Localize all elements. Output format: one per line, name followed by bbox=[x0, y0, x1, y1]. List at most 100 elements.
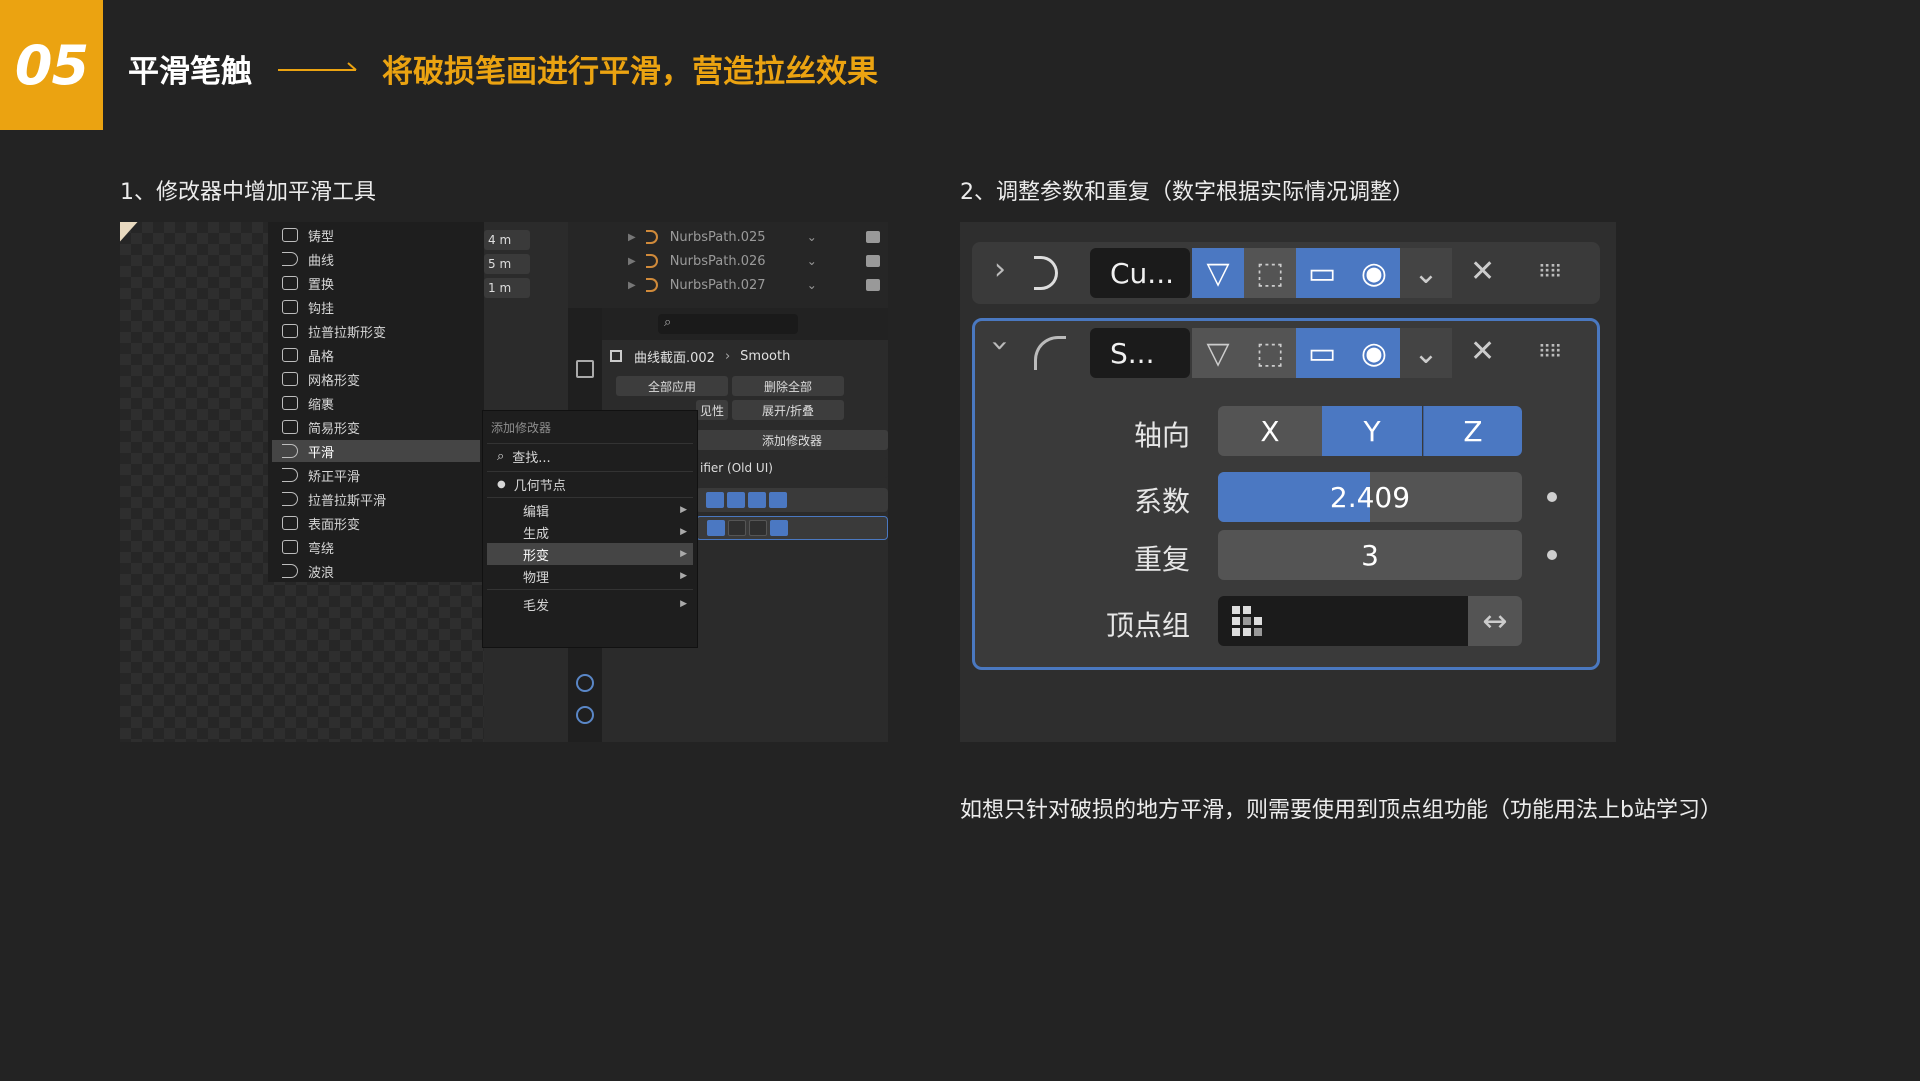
axis-y-toggle[interactable]: Y bbox=[1322, 406, 1422, 456]
close-icon[interactable]: ✕ bbox=[1470, 334, 1495, 369]
unit-field[interactable]: 5 m bbox=[484, 254, 530, 274]
expand-triangle-icon[interactable]: ▶ bbox=[628, 232, 636, 243]
edit-mode-icon: ▽ bbox=[1206, 255, 1230, 291]
deform-item-simple-deform[interactable]: 简易形变 bbox=[272, 416, 480, 438]
unit-field[interactable]: 4 m bbox=[484, 230, 530, 250]
cage-toggle[interactable]: ⬚ bbox=[1244, 328, 1296, 378]
modifier-name-field[interactable]: S... bbox=[1090, 328, 1190, 378]
menu-title: 添加修改器 bbox=[491, 421, 552, 435]
deform-item-corrective-smooth[interactable]: 矫正平滑 bbox=[272, 464, 480, 486]
modifier-header[interactable] bbox=[696, 488, 888, 512]
camera-icon[interactable] bbox=[865, 231, 880, 243]
deform-item-shrinkwrap[interactable]: 缩裹 bbox=[272, 392, 480, 414]
cage-icon: ⬚ bbox=[1255, 255, 1285, 291]
expand-collapse-button[interactable]: 展开/折叠 bbox=[732, 400, 844, 420]
deform-item-warp[interactable]: 弯绕 bbox=[272, 536, 480, 558]
menu-category-physics[interactable]: 物理 ▶ bbox=[487, 565, 693, 587]
deform-item-hook[interactable]: 钩挂 bbox=[272, 296, 480, 318]
deform-item-smooth[interactable]: 平滑 bbox=[272, 440, 480, 462]
viewport-toggle[interactable]: ▭ bbox=[1296, 248, 1348, 298]
render-camera-icon[interactable] bbox=[769, 492, 787, 508]
chevron-down-icon[interactable]: ⌄ bbox=[807, 278, 817, 292]
deform-item-curve[interactable]: 曲线 bbox=[272, 248, 480, 270]
modifier-dropdown[interactable]: ⌄ bbox=[1400, 328, 1452, 378]
tool-settings-icon[interactable] bbox=[576, 360, 594, 378]
menu-category-hair[interactable]: 毛发 ▶ bbox=[487, 593, 693, 615]
factor-slider[interactable]: 2.409 bbox=[1218, 472, 1522, 522]
outliner-row[interactable]: ▶ NurbsPath.026 ⌄ bbox=[628, 250, 886, 272]
viewport-display-icon[interactable] bbox=[748, 492, 766, 508]
repeat-field[interactable]: 3 bbox=[1218, 530, 1522, 580]
outliner-row[interactable]: ▶ NurbsPath.027 ⌄ bbox=[628, 274, 886, 296]
drag-handle-icon[interactable]: ⠿⠿ bbox=[1538, 262, 1562, 283]
viewport-display-icon[interactable] bbox=[749, 520, 767, 536]
deform-item-laplacian-smooth[interactable]: 拉普拉斯平滑 bbox=[272, 488, 480, 510]
camera-icon[interactable] bbox=[865, 255, 880, 267]
chevron-down-icon: ⌄ bbox=[1413, 255, 1439, 291]
chevron-down-icon[interactable]: › bbox=[983, 340, 1018, 352]
render-toggle[interactable]: ◉ bbox=[1348, 248, 1400, 298]
edit-mode-icon: ▽ bbox=[1206, 335, 1230, 371]
cage-toggle[interactable]: ⬚ bbox=[1244, 248, 1296, 298]
chevron-right-icon: › bbox=[724, 348, 731, 364]
smooth-modifier-header[interactable]: › S... ▽ ⬚ ▭ ◉ ⌄ ✕ ⠿⠿ bbox=[972, 322, 1600, 384]
outliner: ▶ NurbsPath.025 ⌄ ▶ NurbsPath.026 ⌄ ▶ NurbsPa… bbox=[568, 222, 888, 308]
physics-icon[interactable] bbox=[576, 674, 594, 692]
modifier-header-smooth[interactable] bbox=[696, 516, 888, 540]
menu-divider bbox=[487, 471, 693, 472]
close-icon[interactable]: ✕ bbox=[1470, 254, 1495, 289]
visibility-button[interactable]: 见性 bbox=[696, 400, 728, 420]
keyframe-dot-icon[interactable] bbox=[1547, 550, 1557, 560]
edit-mode-toggle[interactable]: ▽ bbox=[1192, 328, 1244, 378]
expand-triangle-icon[interactable]: ▶ bbox=[628, 280, 636, 291]
menu-search[interactable]: ⌕ 查找... bbox=[487, 445, 693, 467]
deform-item-laplacian-deform[interactable]: 拉普拉斯形变 bbox=[272, 320, 480, 342]
properties-search-input[interactable]: ⌕ bbox=[658, 314, 798, 334]
expand-triangle-icon[interactable]: ▶ bbox=[628, 256, 636, 267]
render-camera-icon[interactable] bbox=[770, 520, 788, 536]
modifier-dropdown[interactable]: ⌄ bbox=[1400, 248, 1452, 298]
edit-mode-toggle[interactable]: ▽ bbox=[1192, 248, 1244, 298]
apply-all-button[interactable]: 全部应用 bbox=[616, 376, 728, 396]
cage-icon[interactable] bbox=[727, 492, 745, 508]
curve-modifier-header[interactable]: › Cu... ▽ ⬚ ▭ ◉ ⌄ ✕ ⠿⠿ bbox=[972, 242, 1600, 304]
surface-deform-icon bbox=[282, 516, 298, 530]
render-toggle[interactable]: ◉ bbox=[1348, 328, 1400, 378]
chevron-right-icon[interactable]: › bbox=[994, 252, 1006, 287]
menu-category-generate[interactable]: 生成 ▶ bbox=[487, 521, 693, 543]
deform-item-displace[interactable]: 置换 bbox=[272, 272, 480, 294]
old-ui-dropdown[interactable]: ifier (Old UI) bbox=[696, 458, 888, 478]
drag-handle-icon[interactable]: ⠿⠿ bbox=[1538, 342, 1562, 363]
vertex-group-field[interactable] bbox=[1218, 596, 1468, 646]
menu-category-edit[interactable]: 编辑 ▶ bbox=[487, 499, 693, 521]
deform-item-wave[interactable]: 波浪 bbox=[272, 560, 480, 582]
axis-z-toggle[interactable]: Z bbox=[1423, 406, 1522, 456]
deform-item-surface-deform[interactable]: 表面形变 bbox=[272, 512, 480, 534]
viewport-toggle[interactable]: ▭ bbox=[1296, 328, 1348, 378]
menu-category-deform[interactable]: 形变 ▶ bbox=[487, 543, 693, 565]
repeat-value: 3 bbox=[1361, 538, 1379, 572]
constraint-icon[interactable] bbox=[576, 706, 594, 724]
deform-item-mesh-deform[interactable]: 网格形变 bbox=[272, 368, 480, 390]
invert-vertex-group-button[interactable]: ↔ bbox=[1468, 596, 1522, 646]
corrective-smooth-icon bbox=[282, 468, 298, 482]
edit-mode-icon[interactable] bbox=[706, 492, 724, 508]
cage-icon[interactable] bbox=[728, 520, 746, 536]
chevron-down-icon[interactable]: ⌄ bbox=[807, 230, 817, 244]
modifier-name-field[interactable]: Cu... bbox=[1090, 248, 1190, 298]
keyframe-dot-icon[interactable] bbox=[1547, 492, 1557, 502]
unit-field[interactable]: 1 m bbox=[484, 278, 530, 298]
delete-all-button[interactable]: 删除全部 bbox=[732, 376, 844, 396]
add-modifier-button[interactable]: 添加修改器 bbox=[696, 430, 888, 450]
submenu-arrow-icon: ▶ bbox=[680, 599, 687, 609]
deform-item-lattice[interactable]: 晶格 bbox=[272, 344, 480, 366]
edit-mode-icon[interactable] bbox=[707, 520, 725, 536]
camera-icon[interactable] bbox=[865, 279, 880, 291]
deform-item-cast[interactable]: 铸型 bbox=[272, 224, 480, 246]
monitor-icon: ▭ bbox=[1307, 255, 1337, 291]
submenu-arrow-icon: ▶ bbox=[680, 571, 687, 581]
chevron-down-icon[interactable]: ⌄ bbox=[807, 254, 817, 268]
axis-x-toggle[interactable]: X bbox=[1218, 406, 1322, 456]
menu-geometry-nodes[interactable]: ● 几何节点 bbox=[487, 473, 693, 495]
outliner-row[interactable]: ▶ NurbsPath.025 ⌄ bbox=[628, 226, 886, 248]
